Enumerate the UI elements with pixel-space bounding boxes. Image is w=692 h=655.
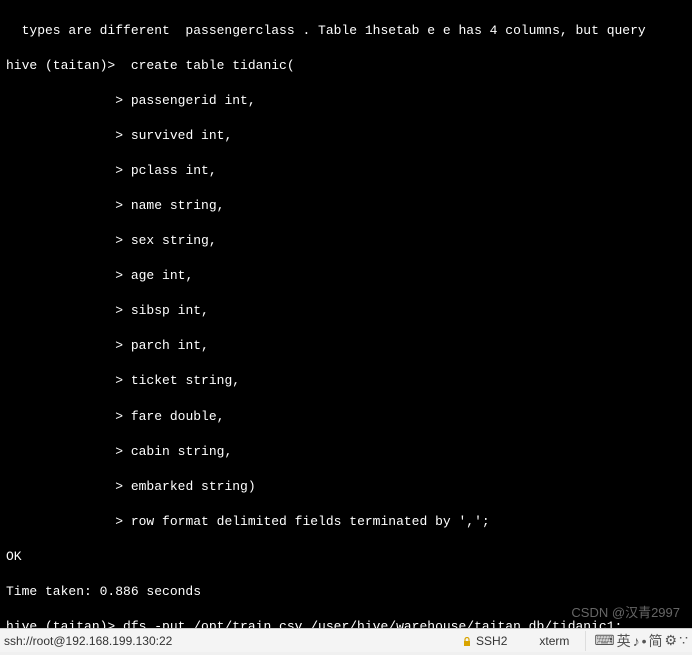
ddl-line: > survived int, xyxy=(6,127,686,145)
term-label: xterm xyxy=(523,634,585,648)
ddl-line: > sibsp int, xyxy=(6,302,686,320)
ddl-line: hive (taitan)> create table tidanic( xyxy=(6,57,686,75)
ok-line: OK xyxy=(6,548,686,566)
ime-tray[interactable]: ⌨ 英 ♪ • 简 ⚙ ∵ xyxy=(585,631,688,651)
ddl-line: > fare double, xyxy=(6,408,686,426)
ddl-line: types are different passengerclass . Tab… xyxy=(6,22,686,40)
ddl-line: > pclass int, xyxy=(6,162,686,180)
ddl-line: > age int, xyxy=(6,267,686,285)
keyboard-icon[interactable]: ⌨ xyxy=(594,632,614,649)
ddl-line: > ticket string, xyxy=(6,372,686,390)
ddl-line: > cabin string, xyxy=(6,443,686,461)
ddl-line: > name string, xyxy=(6,197,686,215)
music-icon[interactable]: ♪ xyxy=(633,633,640,649)
gear-icon[interactable]: ⚙ xyxy=(665,632,678,649)
ddl-line: > passengerid int, xyxy=(6,92,686,110)
connection-label: ssh://root@192.168.199.130:22 xyxy=(4,634,446,648)
ime-char[interactable]: 英 xyxy=(617,631,631,651)
terminal-output[interactable]: types are different passengerclass . Tab… xyxy=(0,0,692,628)
time-line: Time taken: 0.886 seconds xyxy=(6,583,686,601)
more-icon[interactable]: ∵ xyxy=(679,632,688,649)
ddl-line: > sex string, xyxy=(6,232,686,250)
protocol-label: SSH2 xyxy=(446,634,523,648)
ddl-line: > parch int, xyxy=(6,337,686,355)
ddl-line: > embarked string) xyxy=(6,478,686,496)
punct-icon[interactable]: • xyxy=(642,633,647,649)
watermark: CSDN @汉青2997 xyxy=(571,602,680,621)
status-bar: ssh://root@192.168.199.130:22 SSH2 xterm… xyxy=(0,628,692,652)
lock-icon xyxy=(462,637,472,647)
ime-char[interactable]: 简 xyxy=(649,631,663,651)
ddl-line: > row format delimited fields terminated… xyxy=(6,513,686,531)
